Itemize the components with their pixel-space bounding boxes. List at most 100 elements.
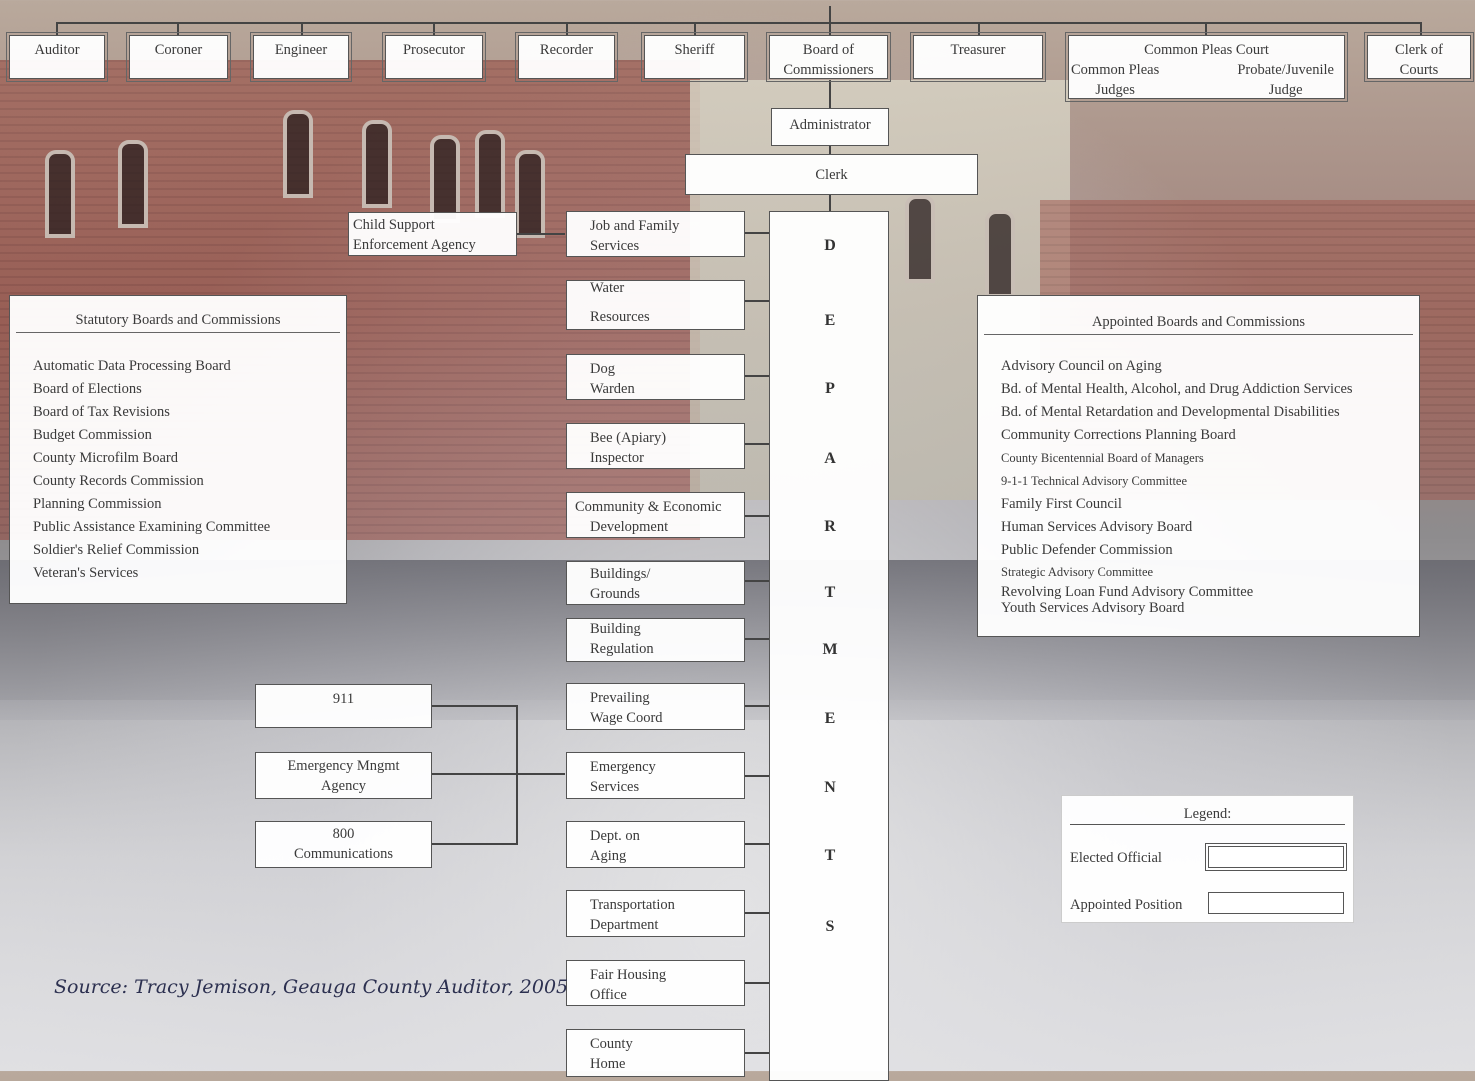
connector [694, 22, 696, 35]
departments-letter: T [824, 847, 836, 864]
connector [829, 22, 831, 35]
probate-juvenile-line1: Probate/Juvenile [1237, 62, 1334, 78]
treasurer-label: Treasurer [950, 42, 1006, 58]
child-support-connector [517, 233, 565, 235]
departments-letter: E [824, 312, 836, 329]
background-window [430, 135, 460, 223]
background-window [283, 110, 313, 198]
dept-line1: Fair Housing [590, 967, 667, 983]
board-label-line1: Board of [802, 42, 855, 58]
appointed-title: Appointed Boards and Commissions [984, 296, 1413, 335]
dept-county-home: County Home [566, 1029, 745, 1077]
sheriff-box: Sheriff [641, 32, 748, 82]
dept-connector [745, 232, 769, 234]
ema-box: Emergency Mngmt Agency [255, 752, 432, 799]
common-pleas-judges-line1: Common Pleas [1071, 62, 1160, 78]
departments-letter: A [824, 450, 836, 467]
comm-800-line2: Communications [293, 846, 394, 862]
legend-title: Legend: [1070, 796, 1345, 825]
dept-connector [745, 1052, 769, 1054]
dept-line2: Services [590, 238, 640, 254]
board-of-commissioners-box: Board of Commissioners [766, 32, 891, 82]
connector [1420, 22, 1422, 35]
appointed-item: Family First Council [1001, 496, 1122, 512]
dept-line2: Wage Coord [590, 710, 663, 726]
dept-building-regulation: Building Regulation [566, 618, 745, 662]
departments-column: D E P A R T M E N T S [769, 211, 889, 1081]
child-support-line1: Child Support [353, 217, 435, 233]
dept-connector [745, 580, 769, 582]
connector [301, 22, 303, 35]
departments-letter: M [822, 641, 838, 658]
coroner-label: Coroner [154, 42, 203, 58]
appointed-item: Youth Services Advisory Board [1001, 600, 1185, 616]
appointed-item: Human Services Advisory Board [1001, 519, 1193, 535]
appointed-list: Advisory Council on Aging Bd. of Mental … [978, 335, 1419, 616]
common-pleas-court-box: Common Pleas Court Common Pleas Judges P… [1065, 32, 1348, 102]
appointed-item: Public Defender Commission [1001, 542, 1173, 558]
child-support-line2: Enforcement Agency [353, 237, 476, 253]
unit-911-box: 911 [255, 684, 432, 728]
dept-transportation: Transportation Department [566, 890, 745, 937]
appointed-item: Community Corrections Planning Board [1001, 427, 1236, 443]
dept-line1: Water [590, 280, 625, 296]
dept-job-family-services: Job and Family Services [566, 211, 745, 257]
auditor-label: Auditor [34, 42, 80, 58]
dept-line2: Grounds [590, 586, 640, 602]
background-window [905, 195, 935, 283]
appointed-item: Bd. of Mental Health, Alcohol, and Drug … [1001, 381, 1353, 397]
dept-community-economic-development: Community & Economic Development [566, 492, 745, 538]
dept-line2: Aging [590, 848, 627, 864]
statutory-item: Automatic Data Processing Board [33, 358, 231, 374]
statutory-item: Board of Tax Revisions [33, 404, 170, 420]
coroner-box: Coroner [126, 32, 231, 82]
common-pleas-court-title: Common Pleas Court [1144, 42, 1269, 58]
appointed-boards-panel: Appointed Boards and Commissions Advisor… [977, 295, 1420, 637]
connector [566, 22, 568, 35]
administrator-label: Administrator [789, 117, 871, 133]
statutory-item: Budget Commission [33, 427, 152, 443]
dept-connector [745, 912, 769, 914]
911-connector [432, 705, 518, 707]
departments-letter: N [824, 779, 836, 796]
dept-connector [745, 300, 769, 302]
statutory-item: Veteran's Services [33, 565, 139, 581]
clerk-to-departments [829, 195, 831, 211]
appointed-item: Strategic Advisory Committee [1001, 565, 1154, 579]
appointed-item: Revolving Loan Fund Advisory Committee [1001, 584, 1254, 600]
dept-line2: Office [590, 987, 627, 1003]
unit-911-label: 911 [332, 691, 355, 707]
connector [56, 22, 58, 35]
dept-connector [745, 443, 769, 445]
statutory-item: Planning Commission [33, 496, 162, 512]
ema-line2: Agency [320, 778, 367, 794]
statutory-item: Board of Elections [33, 381, 142, 397]
clerk-of-courts-box: Clerk of Courts [1364, 32, 1474, 82]
appointed-item: 9-1-1 Technical Advisory Committee [1001, 474, 1188, 488]
appointed-item: County Bicentennial Board of Managers [1001, 451, 1204, 465]
appointed-item: Bd. of Mental Retardation and Developmen… [1001, 404, 1340, 420]
dept-line2: Inspector [590, 450, 644, 466]
statutory-boards-panel: Statutory Boards and Commissions Automat… [9, 295, 347, 604]
background-window [475, 130, 505, 218]
departments-letter: P [825, 380, 835, 397]
dept-line1: Dept. on [590, 828, 640, 844]
dept-line1: Prevailing [590, 690, 650, 706]
probate-juvenile-line2: Judge [1268, 82, 1303, 98]
dept-line1: Transportation [590, 897, 675, 913]
legend-elected-swatch [1205, 843, 1347, 871]
departments-letter: T [824, 584, 836, 601]
dept-line1: Bee (Apiary) [590, 430, 667, 446]
dept-connector [745, 515, 769, 517]
connector [978, 22, 980, 35]
legend-appointed-swatch [1208, 892, 1344, 914]
dept-line1: Buildings/ [590, 566, 651, 582]
top-stem [829, 6, 831, 22]
engineer-box: Engineer [250, 32, 352, 82]
ema-line1: Emergency Mngmt [287, 758, 400, 774]
dept-connector [745, 843, 769, 845]
statutory-item: County Microfilm Board [33, 450, 178, 466]
dept-line1: Dog [590, 361, 615, 377]
connector [433, 22, 435, 35]
background-window [515, 150, 545, 238]
